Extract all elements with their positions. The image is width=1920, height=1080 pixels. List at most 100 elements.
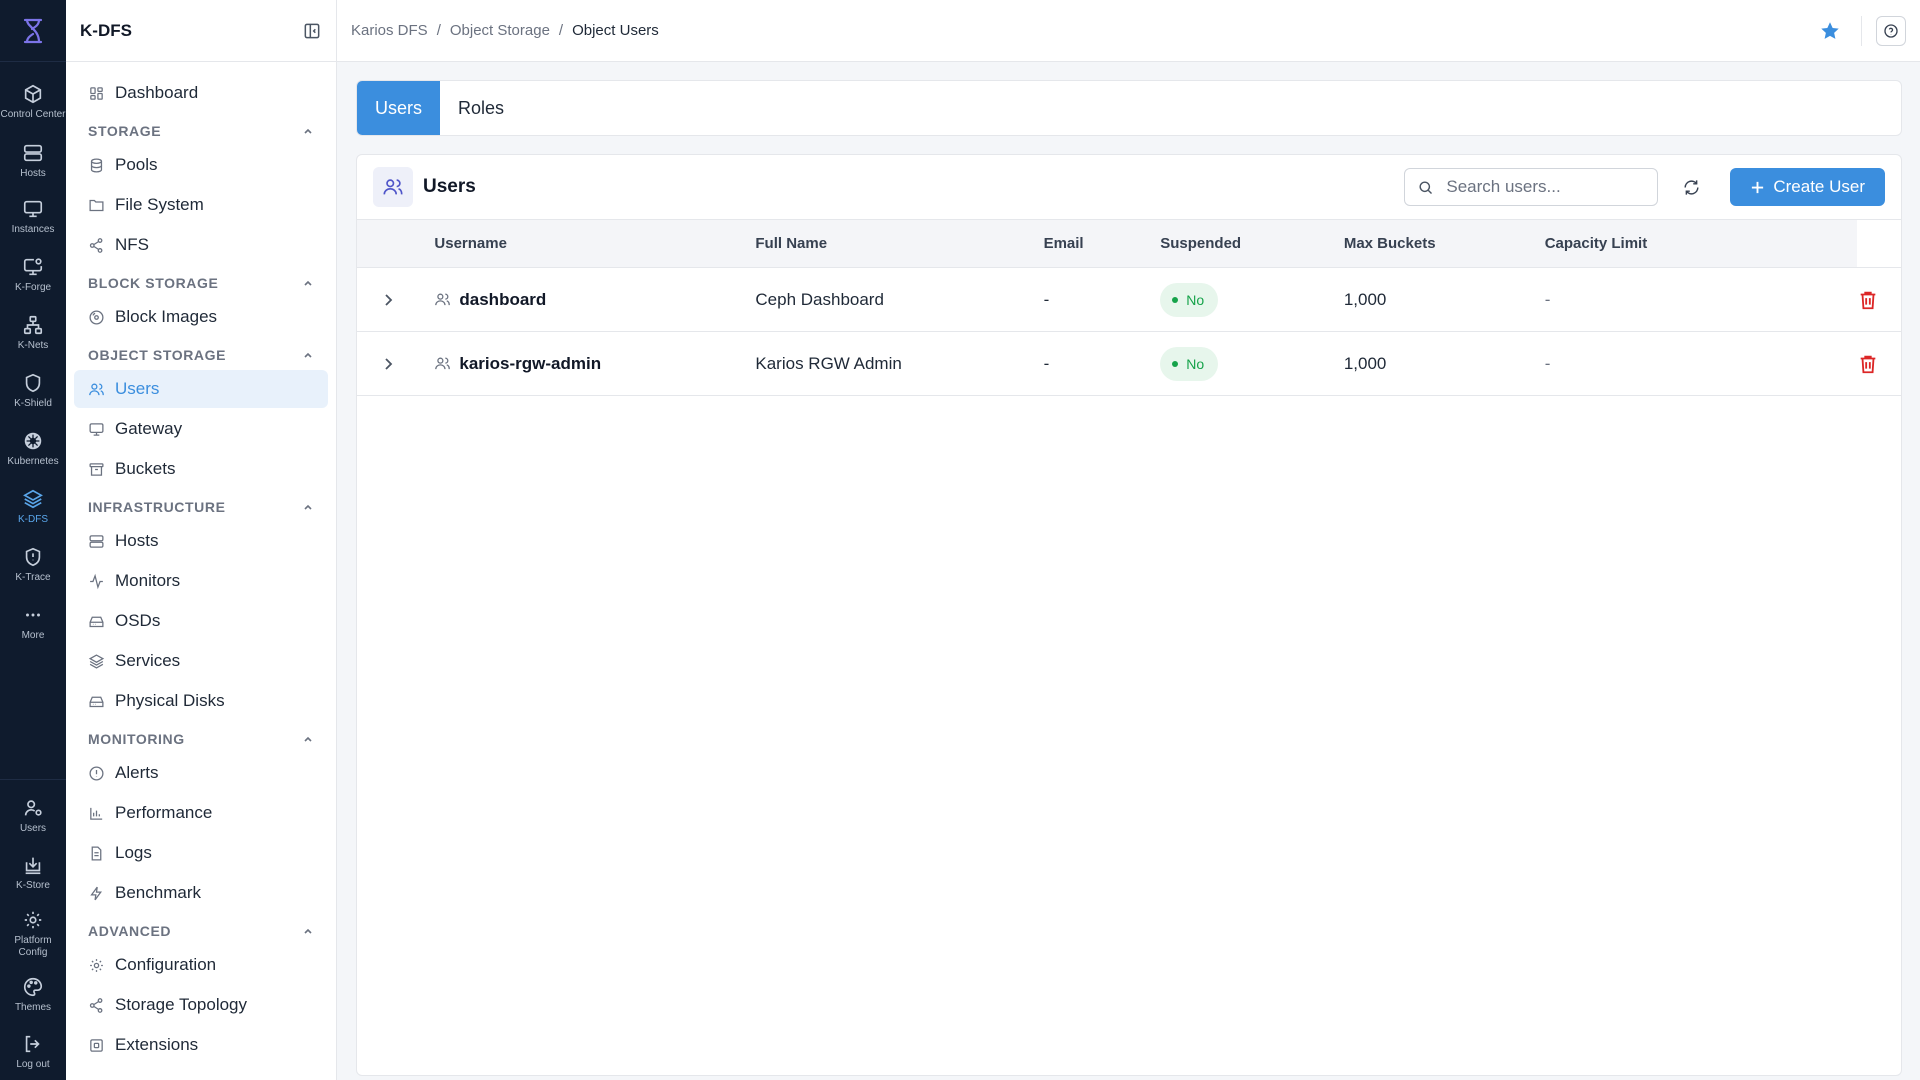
- sidebar-item-buckets[interactable]: Buckets: [74, 450, 328, 488]
- section-title: ADVANCED: [88, 923, 172, 939]
- sidebar-item-storage-topology[interactable]: Storage Topology: [74, 986, 328, 1024]
- sidebar-item-dashboard[interactable]: Dashboard: [74, 74, 328, 112]
- section-title: BLOCK STORAGE: [88, 275, 219, 291]
- table-row[interactable]: dashboard Ceph Dashboard - No 1,000 -: [357, 268, 1901, 332]
- helm-icon: [24, 432, 42, 450]
- rail-label: Instances: [11, 224, 55, 235]
- chevron-up-icon: [304, 736, 312, 742]
- rail-item-kubernetes[interactable]: Kubernetes: [0, 420, 66, 478]
- status-dot: [1172, 296, 1179, 303]
- email-cell: -: [1043, 353, 1050, 373]
- app-logo[interactable]: [0, 0, 66, 62]
- sidebar-item-label: Monitors: [115, 571, 181, 590]
- collapse-sidebar-icon[interactable]: [302, 21, 322, 41]
- card-header: Users Create User: [357, 155, 1901, 219]
- rail-item-k-dfs[interactable]: K-DFS: [0, 478, 66, 536]
- sidebar-item-nfs[interactable]: NFS: [74, 226, 328, 264]
- sidebar-item-physical-disks[interactable]: Physical Disks: [74, 682, 328, 720]
- username-cell: karios-rgw-admin: [434, 332, 755, 396]
- chevron-right-icon[interactable]: [379, 291, 397, 309]
- trash-icon[interactable]: [1857, 353, 1879, 375]
- sidebar-item-label: File System: [115, 195, 204, 214]
- chevron-up-icon: [304, 352, 312, 358]
- column-capacity-limit[interactable]: Capacity Limit: [1545, 220, 1857, 268]
- sidebar-item-alerts[interactable]: Alerts: [74, 754, 328, 792]
- sidebar-item-osds[interactable]: OSDs: [74, 602, 328, 640]
- rail-item-log-out[interactable]: Log out: [0, 1024, 66, 1080]
- tab-users[interactable]: Users: [357, 81, 441, 135]
- rail-item-k-trace[interactable]: K-Trace: [0, 536, 66, 594]
- create-user-button[interactable]: Create User: [1730, 168, 1885, 206]
- tab-roles[interactable]: Roles: [440, 81, 522, 135]
- sidebar-item-configuration[interactable]: Configuration: [74, 946, 328, 984]
- sidebar-item-services[interactable]: Services: [74, 642, 328, 680]
- suspended-cell: No: [1160, 332, 1344, 396]
- section-object-storage[interactable]: OBJECT STORAGE: [74, 340, 328, 370]
- rail-label: Kubernetes: [7, 456, 59, 467]
- column-email[interactable]: Email: [1044, 220, 1161, 268]
- more-icon: [26, 613, 40, 617]
- section-title: INFRASTRUCTURE: [88, 499, 226, 515]
- refresh-button[interactable]: [1672, 168, 1710, 206]
- section-title: MONITORING: [88, 731, 185, 747]
- search-input[interactable]: [1446, 177, 1637, 197]
- section-storage[interactable]: STORAGE: [74, 116, 328, 146]
- trash-icon[interactable]: [1857, 289, 1879, 311]
- breadcrumb-current: Object Users: [572, 22, 659, 39]
- sidebar-item-users[interactable]: Users: [74, 370, 328, 408]
- rail-item-instances[interactable]: Instances: [0, 188, 66, 246]
- disc-icon: [89, 309, 104, 325]
- file-text-icon: [91, 845, 102, 861]
- sidebar-item-gateway[interactable]: Gateway: [74, 410, 328, 448]
- shield-alert-icon: [25, 547, 41, 567]
- rail-item-k-shield[interactable]: K-Shield: [0, 362, 66, 420]
- users-card: Users Create User Username Full Name Ema…: [356, 154, 1902, 1076]
- sidebar-item-file-system[interactable]: File System: [74, 186, 328, 224]
- sidebar-item-label: OSDs: [115, 611, 161, 630]
- section-monitoring[interactable]: MONITORING: [74, 724, 328, 754]
- sidebar-item-performance[interactable]: Performance: [74, 794, 328, 832]
- sidebar-item-pools[interactable]: Pools: [74, 146, 328, 184]
- status-label: No: [1186, 291, 1205, 308]
- column-max-buckets[interactable]: Max Buckets: [1344, 220, 1545, 268]
- star-icon[interactable]: [1819, 20, 1841, 42]
- column-username[interactable]: Username: [434, 220, 755, 268]
- sidebar-item-benchmark[interactable]: Benchmark: [74, 874, 328, 912]
- search-box[interactable]: [1404, 168, 1659, 206]
- column-full-name[interactable]: Full Name: [755, 220, 1043, 268]
- section-infrastructure[interactable]: INFRASTRUCTURE: [74, 492, 328, 522]
- column-suspended[interactable]: Suspended: [1160, 220, 1344, 268]
- layers-icon: [23, 489, 43, 509]
- rail-item-control-center[interactable]: Control Center: [0, 70, 66, 134]
- table-header-row: Username Full Name Email Suspended Max B…: [357, 219, 1901, 268]
- section-title: OBJECT STORAGE: [88, 347, 227, 363]
- table-row[interactable]: karios-rgw-admin Karios RGW Admin - No 1…: [357, 332, 1901, 396]
- expand-cell: [357, 332, 434, 396]
- monitor-icon: [23, 200, 43, 218]
- sidebar-item-extensions[interactable]: Extensions: [74, 1026, 328, 1064]
- rail-item-users[interactable]: Users: [0, 788, 66, 844]
- rail-item-hosts[interactable]: Hosts: [0, 134, 66, 188]
- breadcrumb-object-storage[interactable]: Object Storage: [450, 22, 550, 39]
- rail-item-more[interactable]: More: [0, 594, 66, 652]
- section-advanced[interactable]: ADVANCED: [74, 916, 328, 946]
- help-button[interactable]: [1876, 15, 1906, 46]
- breadcrumb-karios-dfs[interactable]: Karios DFS: [351, 22, 428, 39]
- sidebar-item-label: Benchmark: [115, 883, 201, 902]
- section-block-storage[interactable]: BLOCK STORAGE: [74, 268, 328, 298]
- rail-item-platform-config[interactable]: Platform Config: [0, 902, 66, 966]
- zap-icon: [90, 886, 103, 900]
- rail-item-k-nets[interactable]: K-Nets: [0, 304, 66, 362]
- sidebar-item-label: Configuration: [115, 955, 217, 974]
- sidebar-item-block-images[interactable]: Block Images: [74, 298, 328, 336]
- rail-item-themes[interactable]: Themes: [0, 966, 66, 1024]
- sidebar-item-monitors[interactable]: Monitors: [74, 562, 328, 600]
- rail-item-k-store[interactable]: K-Store: [0, 844, 66, 902]
- sidebar-item-label: Logs: [115, 843, 152, 862]
- sidebar-item-hosts[interactable]: Hosts: [74, 522, 328, 560]
- rail-item-k-forge[interactable]: K-Forge: [0, 246, 66, 304]
- shield-icon: [25, 373, 41, 393]
- chevron-right-icon[interactable]: [379, 355, 397, 373]
- sidebar-item-logs[interactable]: Logs: [74, 834, 328, 872]
- chevron-up-icon: [304, 280, 312, 286]
